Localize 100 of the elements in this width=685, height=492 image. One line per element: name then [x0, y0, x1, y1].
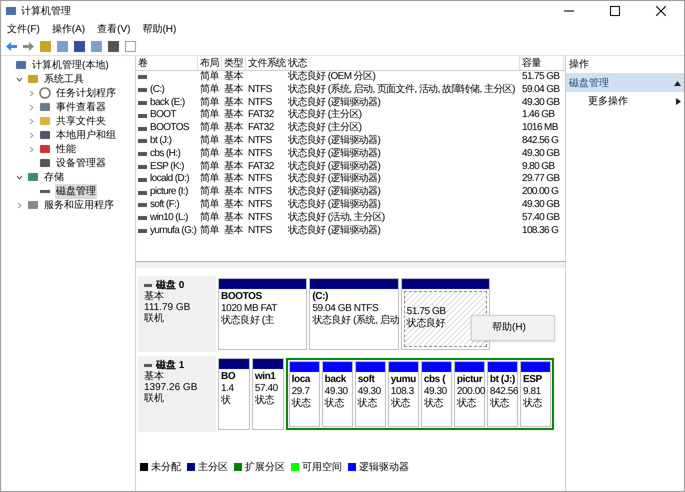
disk-status: 联机 [144, 393, 164, 404]
partition-text: yumu [390, 374, 416, 385]
column-header[interactable]: 卷 [136, 56, 198, 70]
menu-item[interactable]: 帮助(H) [142, 22, 176, 37]
maximize-icon [610, 6, 620, 16]
chevron-right-icon[interactable] [28, 118, 34, 124]
table-cell: 49.30 GB [522, 148, 560, 161]
menu-item[interactable]: 操作(A) [52, 22, 86, 37]
table-cell-text: 状态良好 (逻辑驱动器) [288, 148, 380, 160]
table-cell-text: 基本 [224, 212, 243, 224]
tree-item[interactable]: 任务计划程序 [55, 86, 117, 100]
tree-item[interactable]: 性能 [55, 142, 77, 156]
chevron-right-icon[interactable] [16, 202, 22, 208]
table-cell-text: 简单 [200, 148, 219, 160]
tree-item[interactable]: 存储 [43, 170, 65, 184]
table-cell: picture (I:) [150, 186, 188, 199]
partition-text: cbs ( [424, 374, 446, 385]
table-cell-text: 简单 [200, 71, 219, 84]
table-cell: NTFS [248, 173, 272, 186]
tree-item[interactable]: 服务和应用程序 [43, 198, 115, 212]
chevron-down-icon[interactable] [16, 174, 22, 180]
table-cell: FAT32 [248, 109, 274, 122]
tree-item[interactable]: 磁盘管理 [55, 184, 97, 198]
action-item[interactable]: 更多操作 [588, 94, 628, 108]
back-arrow-icon[interactable] [5, 40, 18, 53]
partition-text: 状态 [522, 398, 542, 409]
table-cell: FAT32 [248, 160, 274, 174]
menu-item[interactable]: 查看(V) [97, 22, 130, 37]
partition-text: win1 [254, 371, 276, 382]
table-cell: 842.56 G [522, 134, 558, 148]
legend-label: 逻辑驱动器 [359, 460, 409, 474]
column-header[interactable]: 文件系统 [246, 56, 286, 70]
table-cell-text: 简单 [200, 212, 219, 224]
tree-item[interactable]: 设备管理器 [55, 156, 107, 170]
table-cell: BOOT [150, 109, 176, 122]
table-cell-text: 简单 [200, 160, 219, 172]
partition-text: pictur [456, 374, 482, 385]
table-cell-text: 基本 [224, 96, 243, 108]
tree-item[interactable]: 计算机管理(本地) [31, 58, 110, 72]
chevron-right-icon[interactable] [28, 132, 34, 138]
disk-name: 磁盘 0 [156, 280, 184, 291]
table-cell-text: 状态良好 (主分区) [288, 109, 362, 122]
disk-size: 111.79 GB [144, 302, 190, 313]
tree-item[interactable]: 共享文件夹 [55, 114, 107, 128]
table-cell-text: 基本 [224, 122, 243, 134]
tree-item[interactable]: 系统工具 [43, 72, 85, 86]
partition-text: 1020 MB FAT [221, 303, 277, 314]
context-menu-item[interactable]: 帮助(H) [472, 319, 554, 337]
chevron-right-icon[interactable] [28, 90, 34, 96]
table-cell: 51.75 GB [522, 71, 560, 84]
disk-size: 1397.26 GB [144, 382, 198, 393]
partition-text: 状态 [490, 398, 510, 409]
partition-text: bt (J:) [490, 374, 515, 385]
table-cell: 状态良好 (逻辑驱动器) [288, 224, 380, 238]
table-cell-text: 状态良好 (逻辑驱动器) [288, 160, 380, 172]
partition-text: 状态 [358, 398, 377, 409]
chevron-down-icon[interactable] [16, 76, 22, 82]
table-cell: NTFS [248, 224, 272, 238]
table-cell-text: 状态良好 (逻辑驱动器) [288, 173, 380, 186]
window-icon[interactable] [124, 40, 137, 53]
partition-text: 状态良好 [406, 318, 446, 329]
partition-text: 108.3 [390, 386, 414, 397]
table-cell-text: 基本 [224, 84, 243, 96]
table-cell-text: 状态良好 (逻辑驱动器) [288, 198, 380, 212]
table-cell: (C:) [150, 84, 164, 97]
collapse-icon[interactable] [674, 80, 681, 86]
chevron-right-icon[interactable] [28, 104, 34, 110]
column-header[interactable]: 布局 [198, 56, 222, 70]
table-cell: 9.80 GB [522, 160, 554, 174]
column-header[interactable]: 状态 [286, 56, 520, 70]
legend-label: 未分配 [151, 460, 181, 474]
table-cell: 基本 [224, 224, 243, 238]
table-cell-text: 基本 [224, 148, 243, 160]
disk-type: 基本 [144, 371, 164, 382]
column-header[interactable]: 容量 [520, 56, 564, 70]
table-cell: NTFS [248, 84, 272, 97]
partition-text: 1.4 [221, 383, 234, 394]
table-cell: cbs (H:) [150, 148, 180, 161]
chevron-right-icon[interactable] [28, 146, 34, 152]
menu-item[interactable]: 文件(F) [7, 22, 40, 37]
tree-item[interactable]: 事件查看器 [55, 100, 107, 114]
table-cell: 1.46 GB [522, 109, 554, 122]
table-cell-text: 状态良好 (逻辑驱动器) [288, 134, 380, 148]
table-cell: locald (D:) [150, 173, 189, 186]
table-cell: ESP (K:) [150, 160, 184, 174]
table-cell-text: 简单 [200, 109, 219, 122]
table-cell-text: 状态良好 (系统, 启动, 页面文件, 活动, 故障转储, 主分区) [288, 84, 515, 96]
forward-arrow-icon[interactable] [22, 40, 35, 53]
table-cell-text: 简单 [200, 198, 219, 212]
table-cell: 简单 [200, 224, 219, 238]
column-header[interactable]: 类型 [222, 56, 246, 70]
disk-type: 基本 [144, 291, 164, 302]
table-cell: 29.77 GB [522, 173, 560, 186]
partition-text: soft [358, 374, 374, 385]
tree-item[interactable]: 本地用户和组 [55, 128, 117, 142]
partition-text: 状态 [254, 395, 274, 406]
table-cell-text: 简单 [200, 134, 219, 148]
table-cell-text: 基本 [224, 160, 243, 172]
table-cell-text: 状态良好 (逻辑驱动器) [288, 96, 380, 108]
table-cell-text: 简单 [200, 84, 219, 96]
